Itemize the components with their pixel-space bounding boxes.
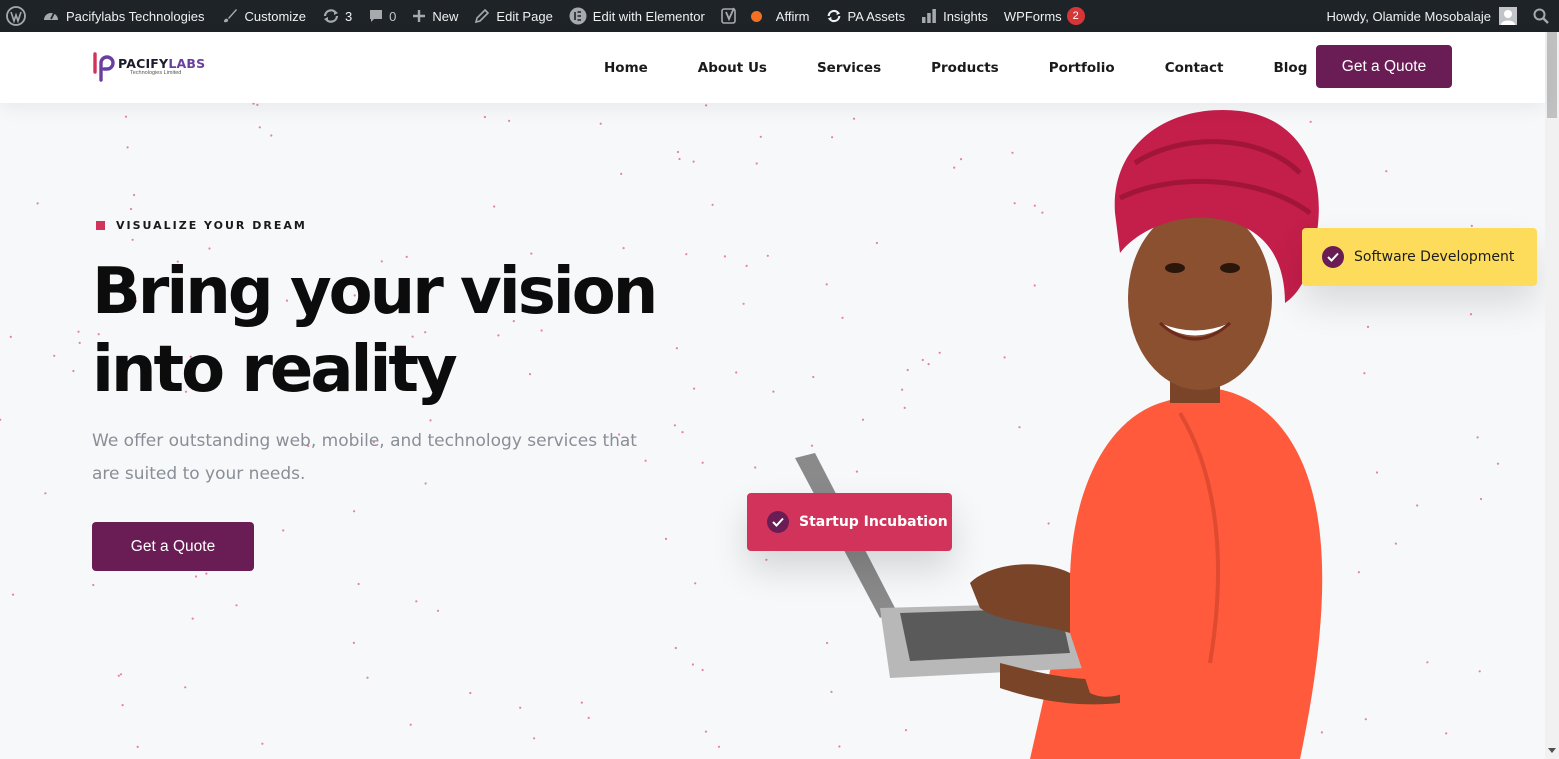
wordpress-menu[interactable] xyxy=(0,0,34,32)
insights-label: Insights xyxy=(943,8,988,24)
scroll-thumb[interactable] xyxy=(1547,32,1557,118)
nav-about-us[interactable]: About Us xyxy=(698,60,767,76)
scroll-down-arrow[interactable] xyxy=(1548,748,1556,753)
check-icon xyxy=(767,511,789,533)
brush-icon xyxy=(223,9,237,23)
software-development-label: Software Development xyxy=(1354,249,1515,265)
dashboard-icon xyxy=(44,12,58,20)
edit-elementor-label: Edit with Elementor xyxy=(592,8,705,24)
pencil-icon xyxy=(475,8,490,24)
nav-blog[interactable]: Blog xyxy=(1274,60,1308,76)
software-development-card: Software Development xyxy=(1302,228,1537,286)
comments-count: 0 xyxy=(389,8,397,24)
logo-subtitle: Technologies Limited xyxy=(130,70,182,76)
new-label: New xyxy=(432,8,459,24)
check-icon xyxy=(1322,246,1344,268)
wpforms-label: WPForms xyxy=(1003,8,1062,24)
search-icon xyxy=(1533,8,1549,24)
wordpress-icon xyxy=(6,6,26,26)
hero-woman-with-laptop-image xyxy=(795,109,1323,759)
elementor-icon xyxy=(569,7,587,25)
wpforms-link[interactable]: WPForms 2 xyxy=(996,0,1093,32)
eyebrow-text: VISUALIZE YOUR DREAM xyxy=(116,219,307,232)
pa-assets-label: PA Assets xyxy=(847,8,906,24)
headline-part-a: Bring your xyxy=(92,255,461,329)
comments-link[interactable]: 0 xyxy=(360,0,404,32)
headline-highlight: vision xyxy=(458,255,658,329)
avatar xyxy=(1499,7,1517,25)
site-header: PACIFYLABS Technologies Limited Home Abo… xyxy=(0,32,1545,103)
edit-elementor-link[interactable]: Edit with Elementor xyxy=(561,0,713,32)
hero-subtext: We offer outstanding web, mobile, and te… xyxy=(92,431,637,484)
hero-eyebrow: VISUALIZE YOUR DREAM xyxy=(96,219,307,232)
page-scrollbar[interactable] xyxy=(1545,32,1559,759)
affirm-label: Affirm xyxy=(775,8,810,24)
nav-products[interactable]: Products xyxy=(931,60,999,76)
site-logo[interactable]: PACIFYLABS Technologies Limited xyxy=(92,52,205,82)
yoast-menu[interactable] xyxy=(713,0,770,32)
yoast-status-dot xyxy=(750,10,762,22)
pacifylabs-logo-icon xyxy=(93,52,115,82)
startup-incubation-card: Startup Incubation xyxy=(747,493,952,551)
headline-part-b: into reality xyxy=(92,333,458,407)
edit-page-label: Edit Page xyxy=(496,8,553,24)
customize-link[interactable]: Customize xyxy=(213,0,314,32)
hero-headline: Bring your vision into reality xyxy=(92,253,712,409)
nav-home[interactable]: Home xyxy=(604,60,648,76)
main-navigation: Home About Us Services Products Portfoli… xyxy=(580,32,1333,103)
edit-page-link[interactable]: Edit Page xyxy=(466,0,560,32)
yoast-icon xyxy=(720,7,736,24)
logo-name: PACIFYLABS xyxy=(118,56,206,71)
pa-assets-link[interactable]: PA Assets xyxy=(818,0,914,32)
refresh-icon xyxy=(323,9,339,23)
admin-bar: Pacifylabs Technologies Customize 3 0 Ne… xyxy=(0,0,1559,32)
startup-incubation-label: Startup Incubation xyxy=(799,514,948,530)
hero-section: VISUALIZE YOUR DREAM Bring your vision i… xyxy=(0,103,1545,759)
header-get-quote-button[interactable]: Get a Quote xyxy=(1316,45,1452,88)
customize-label: Customize xyxy=(244,8,306,24)
nav-contact[interactable]: Contact xyxy=(1165,60,1224,76)
new-content-link[interactable]: New xyxy=(404,0,466,32)
plus-icon xyxy=(413,10,426,22)
site-name-label: Pacifylabs Technologies xyxy=(66,8,205,24)
comment-icon xyxy=(370,10,383,22)
updates-link[interactable]: 3 xyxy=(314,0,360,32)
pa-assets-refresh-icon xyxy=(827,9,840,23)
bar-chart-icon xyxy=(922,9,936,23)
updates-count: 3 xyxy=(344,8,353,24)
my-account-menu[interactable]: Howdy, Olamide Mosobalaje xyxy=(1319,0,1528,32)
nav-services[interactable]: Services xyxy=(817,60,881,76)
insights-link[interactable]: Insights xyxy=(913,0,996,32)
affirm-link[interactable]: Affirm xyxy=(770,0,818,32)
eyebrow-square xyxy=(96,221,105,230)
admin-search-button[interactable] xyxy=(1527,0,1559,32)
site-name-menu[interactable]: Pacifylabs Technologies xyxy=(34,0,213,32)
nav-portfolio[interactable]: Portfolio xyxy=(1049,60,1115,76)
hero-get-quote-button[interactable]: Get a Quote xyxy=(92,522,254,571)
greeting-label: Howdy, Olamide Mosobalaje xyxy=(1326,8,1492,24)
wpforms-badge: 2 xyxy=(1066,7,1085,25)
